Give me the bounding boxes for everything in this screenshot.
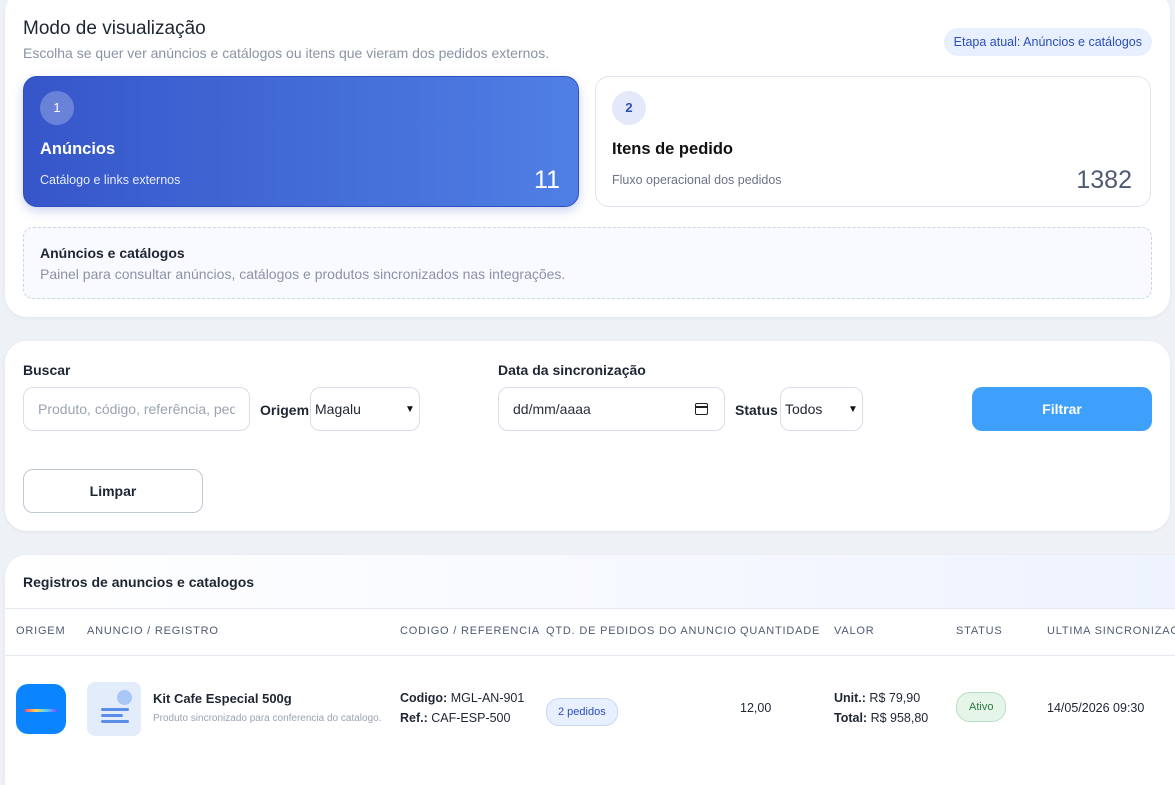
status-badge: Ativo [956,692,1007,722]
filter-card: Buscar Origem Magalu ▼ Data da sincroniz… [5,341,1170,531]
mode-subtitle: Escolha se quer ver anúncios e catálogos… [23,45,550,61]
filter-button[interactable]: Filtrar [972,387,1152,431]
current-stage-badge: Etapa atual: Anúncios e catálogos [943,28,1152,56]
product-name: Kit Cafe Especial 500g [153,691,292,706]
clear-button[interactable]: Limpar [23,469,203,513]
option-anuncios[interactable]: 1 Anúncios Catálogo e links externos 11 [23,76,579,207]
column-header-quantidade: QUANTIDADE [740,625,821,637]
unit-price: Unit.: R$ 79,90 [834,691,920,705]
option-description: Catálogo e links externos [40,173,181,187]
mode-title: Modo de visualização [23,18,206,39]
table-row[interactable]: Kit Cafe Especial 500g Produto sincroniz… [5,656,1175,766]
product-reference: Ref.: CAF-ESP-500 [400,711,510,725]
option-description: Fluxo operacional dos pedidos [612,173,782,187]
origin-select[interactable]: Magalu [310,387,420,431]
thumbnail-dot [117,690,132,705]
thumbnail-bar [101,720,129,723]
column-header-origem: ORIGEM [16,625,66,637]
column-header-anuncio: ANUNCIO / REGISTRO [87,625,219,637]
date-placeholder: dd/mm/aaaa [513,401,591,417]
table-column-headers: ORIGEM ANUNCIO / REGISTRO CODIGO / REFER… [5,609,1175,656]
code-value: MGL-AN-901 [450,691,525,705]
orders-count-badge[interactable]: 2 pedidos [546,698,618,726]
unit-label: Unit.: [834,691,866,705]
option-number: 2 [612,91,646,125]
calendar-icon[interactable] [695,403,708,415]
origin-label: Origem [260,402,310,418]
mode-info-box: Anúncios e catálogos Painel para consult… [23,227,1152,299]
search-input[interactable] [23,387,250,431]
product-thumbnail-icon [87,682,141,736]
sync-date-input[interactable]: dd/mm/aaaa [498,387,725,431]
column-header-ultima-sincronizacao: ULTIMA SINCRONIZACAO [1047,625,1175,637]
option-itens-de-pedido[interactable]: 2 Itens de pedido Fluxo operacional dos … [595,76,1151,207]
info-title: Anúncios e catálogos [40,245,185,261]
total-price: Total: R$ 958,80 [834,711,928,725]
total-value: R$ 958,80 [870,711,929,725]
option-number: 1 [40,91,74,125]
status-label: Status [735,402,778,418]
date-label: Data da sincronização [498,362,646,378]
info-description: Painel para consultar anúncios, catálogo… [40,266,566,282]
ref-label: Ref.: [400,711,428,725]
column-header-status: STATUS [956,625,1003,637]
code-label: Codigo: [400,691,448,705]
origin-logo-stripe [25,709,57,712]
column-header-valor: VALOR [834,625,875,637]
origin-logo-icon [16,684,66,734]
option-count: 11 [534,166,560,194]
table-title: Registros de anuncios e catalogos [23,574,255,590]
thumbnail-bar [101,708,129,711]
column-header-qtd-pedidos: QTD. DE PEDIDOS DO ANUNCIO [546,625,737,637]
records-table-card: Registros de anuncios e catalogos ORIGEM… [5,555,1175,785]
option-label: Anúncios [40,140,116,158]
ref-value: CAF-ESP-500 [431,711,511,725]
status-select[interactable]: Todos [780,387,863,431]
option-count: 1382 [1076,166,1132,194]
search-label: Buscar [23,362,71,378]
unit-value: R$ 79,90 [869,691,921,705]
total-label: Total: [834,711,868,725]
product-code: Codigo: MGL-AN-901 [400,691,524,705]
view-mode-card: Modo de visualização Escolha se quer ver… [5,0,1170,317]
quantity-value: 12,00 [740,701,772,715]
table-header: Registros de anuncios e catalogos [5,555,1175,609]
product-description: Produto sincronizado para conferencia do… [153,713,382,724]
column-header-codigo: CODIGO / REFERENCIA [400,625,540,637]
thumbnail-bar [101,714,123,717]
last-sync-value: 14/05/2026 09:30 [1047,701,1145,715]
option-label: Itens de pedido [612,140,734,158]
